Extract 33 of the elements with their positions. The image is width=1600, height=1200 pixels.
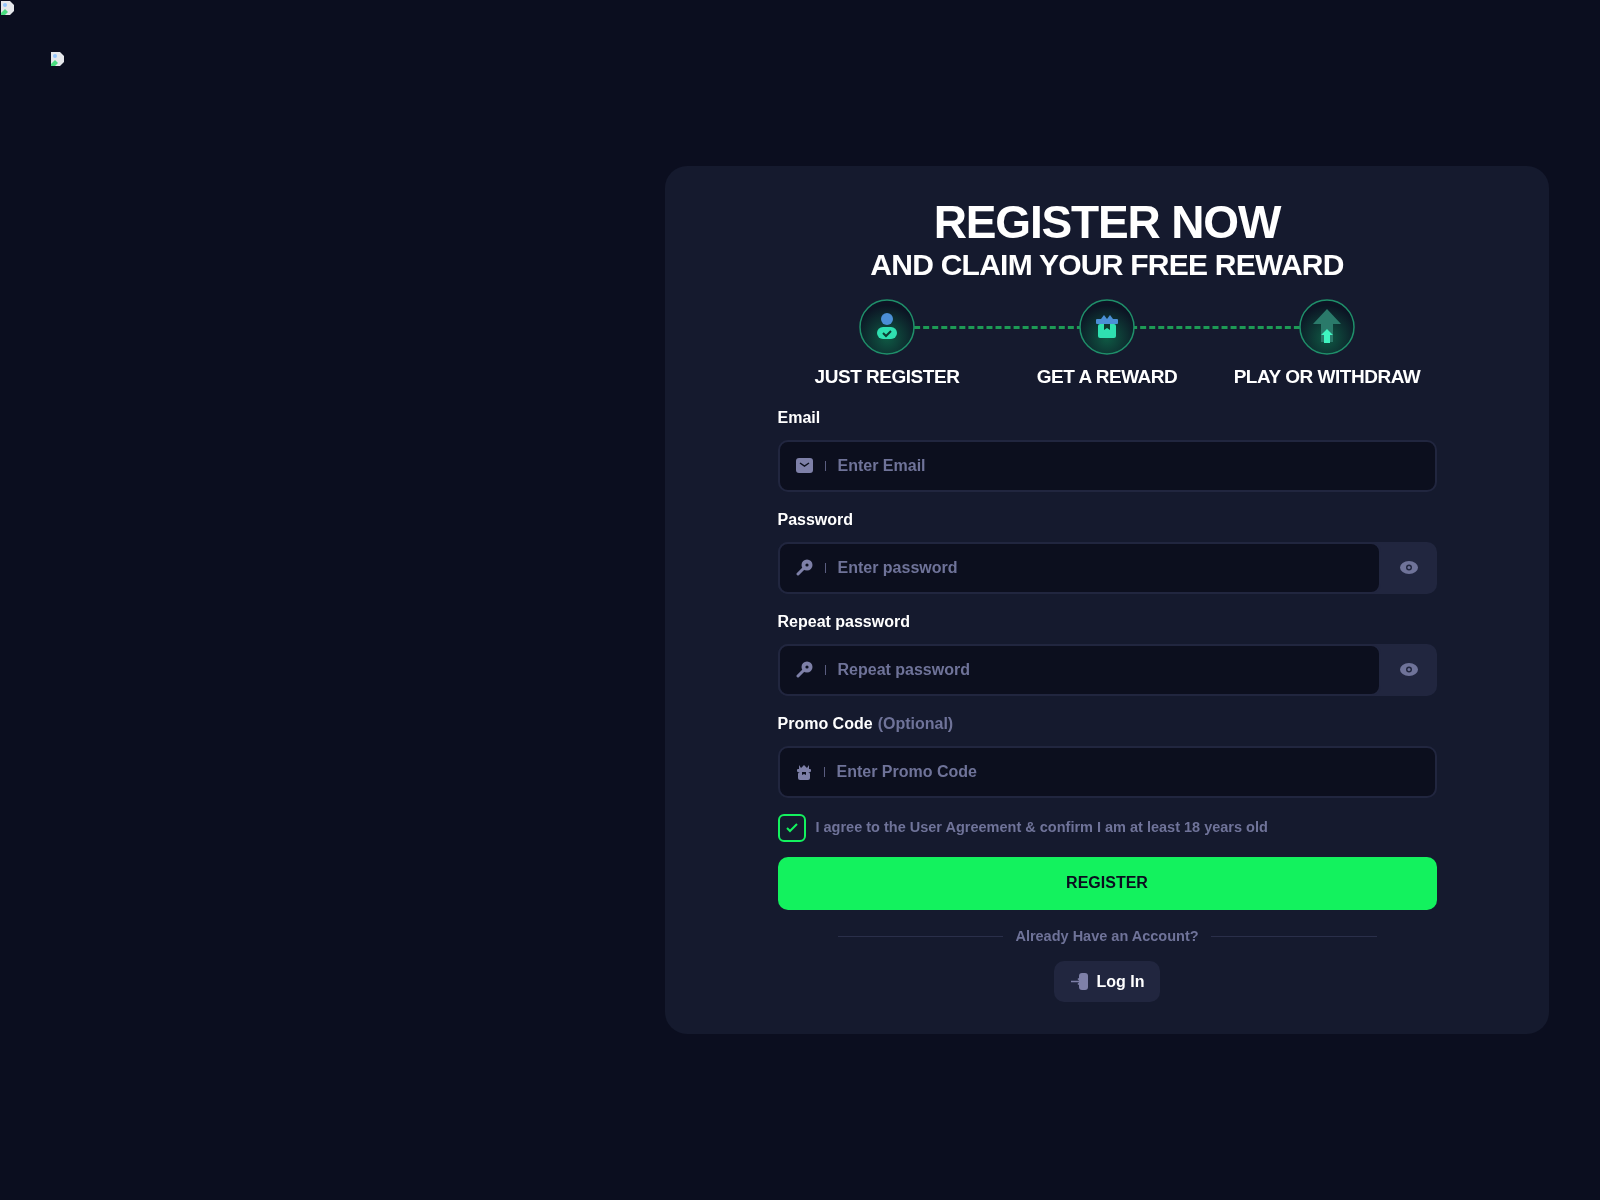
step-label: JUST REGISTER: [814, 365, 960, 389]
field-label: Repeat password: [777, 611, 910, 632]
login-icon: [1069, 972, 1089, 992]
step-label: PLAY OR WITHDRAW: [1233, 365, 1421, 389]
key-icon: [795, 661, 813, 678]
eye-icon: [1399, 561, 1418, 574]
broken-image-icon: [0, 0, 16, 16]
gift-icon: [795, 763, 812, 780]
login-prompt: Already Have an Account?: [1015, 926, 1199, 946]
login-button[interactable]: Log In: [1053, 961, 1161, 1003]
optional-note: (Optional): [877, 713, 954, 734]
user-icon: [859, 299, 915, 355]
field-label: Email: [777, 407, 821, 428]
input-field[interactable]: Enter Email: [777, 439, 1437, 492]
field-label: Promo Code: [777, 713, 873, 734]
check-icon: [785, 822, 798, 833]
key-icon: [795, 559, 813, 576]
agreement-text: I agree to the User Agreement & confirm I am at least 18 years old: [815, 817, 1268, 837]
step-label: GET A REWARD: [1036, 365, 1178, 389]
field-label: Password: [777, 509, 854, 530]
text-input[interactable]: Enter Email: [837, 453, 1419, 478]
page-title: REGISTER NOW: [933, 196, 1281, 248]
page-subtitle: AND CLAIM YOUR FREE REWARD: [870, 248, 1344, 282]
agreement-checkbox[interactable]: [777, 813, 806, 842]
input-field[interactable]: Repeat password: [777, 643, 1381, 696]
gift-icon: [1079, 299, 1135, 355]
input-field[interactable]: Enter password: [777, 541, 1381, 594]
input-field[interactable]: Enter Promo Code: [777, 745, 1437, 798]
eye-icon: [1399, 663, 1418, 676]
register-button[interactable]: REGISTER: [777, 856, 1437, 910]
text-input[interactable]: Enter Promo Code: [836, 759, 1419, 784]
mail-icon: [795, 458, 813, 473]
broken-image-icon: [50, 51, 66, 67]
